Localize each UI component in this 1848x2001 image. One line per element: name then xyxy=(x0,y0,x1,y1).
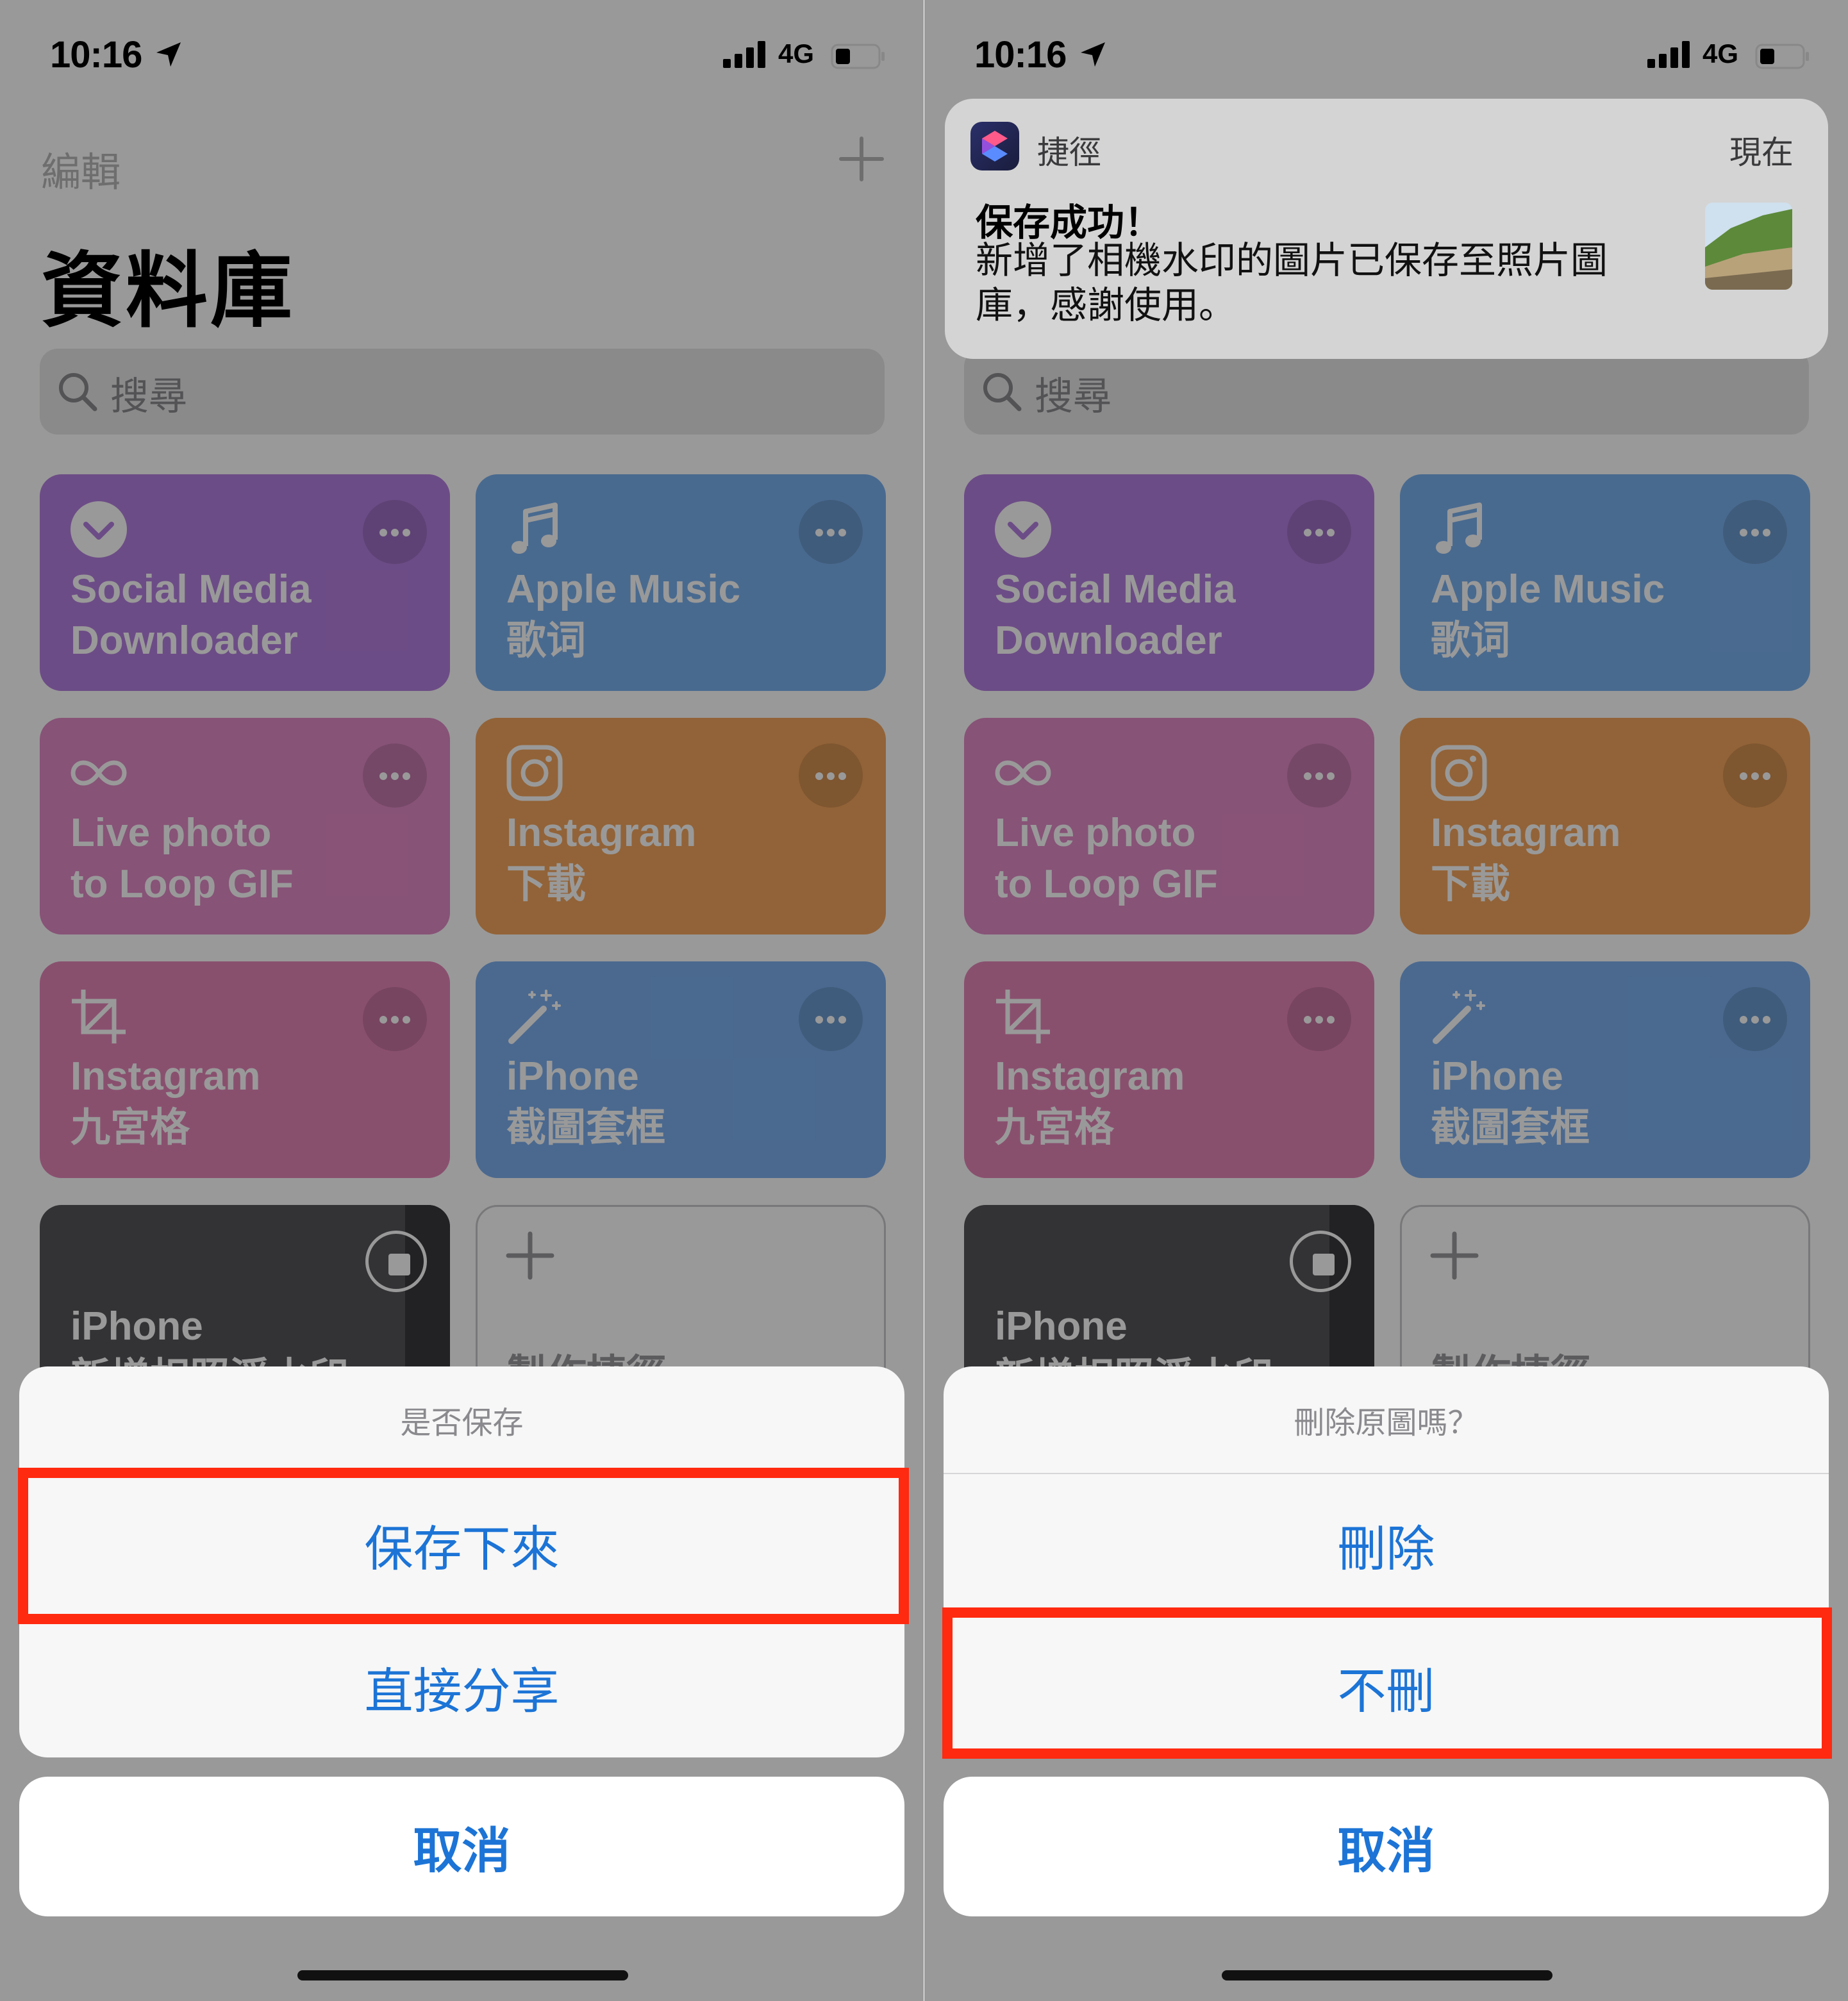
photo-thumbnail xyxy=(1705,203,1792,290)
notification-time: 現在 xyxy=(1729,135,1794,170)
status-time: 10:16 xyxy=(974,34,1067,76)
highlight-box xyxy=(942,1607,1832,1759)
network-type: 4G xyxy=(1702,38,1739,69)
notification-body-line2: 庫，感謝使用。 xyxy=(976,285,1236,326)
shortcuts-app-icon xyxy=(970,122,1019,170)
action-sheet-title: 刪除原圖嗎？ xyxy=(1294,1406,1479,1440)
left-screen: 編輯 資料庫 搜尋 Social Media Downloader Apple M… xyxy=(0,0,924,2001)
share-button[interactable]: 直接分享 xyxy=(19,1615,904,1757)
signal-icon xyxy=(1647,41,1690,68)
notification-banner[interactable]: 捷徑 現在 保存成功！ 新增了相機水印的圖片已保存至照片圖 庫，感謝使用。 xyxy=(945,99,1828,359)
right-screen: 編輯 資料庫 搜尋 Social MediaDownloader Apple M… xyxy=(924,0,1848,2001)
notification-body: 新增了相機水印的圖片已保存至照片圖 庫，感謝使用。 xyxy=(976,238,1642,328)
cancel-button[interactable]: 取消 xyxy=(944,1777,1829,1916)
notification-app-name: 捷徑 xyxy=(1037,135,1101,170)
status-bar: 10:16 4G xyxy=(0,0,924,90)
status-time: 10:16 xyxy=(50,34,142,76)
network-type: 4G xyxy=(778,38,815,69)
highlight-box xyxy=(18,1468,909,1624)
cancel-button[interactable]: 取消 xyxy=(19,1777,904,1916)
status-bar: 10:16 4G xyxy=(924,0,1848,90)
delete-button[interactable]: 刪除 xyxy=(944,1473,1829,1615)
battery-icon xyxy=(831,44,885,69)
home-indicator xyxy=(297,1970,628,1980)
signal-icon xyxy=(723,41,765,68)
notification-body-line1: 新增了相機水印的圖片已保存至照片圖 xyxy=(976,240,1608,281)
home-indicator xyxy=(1222,1970,1552,1980)
location-arrow-icon xyxy=(1081,42,1105,67)
action-sheet-title: 是否保存 xyxy=(400,1406,524,1440)
battery-icon xyxy=(1755,44,1809,69)
location-arrow-icon xyxy=(156,42,181,67)
